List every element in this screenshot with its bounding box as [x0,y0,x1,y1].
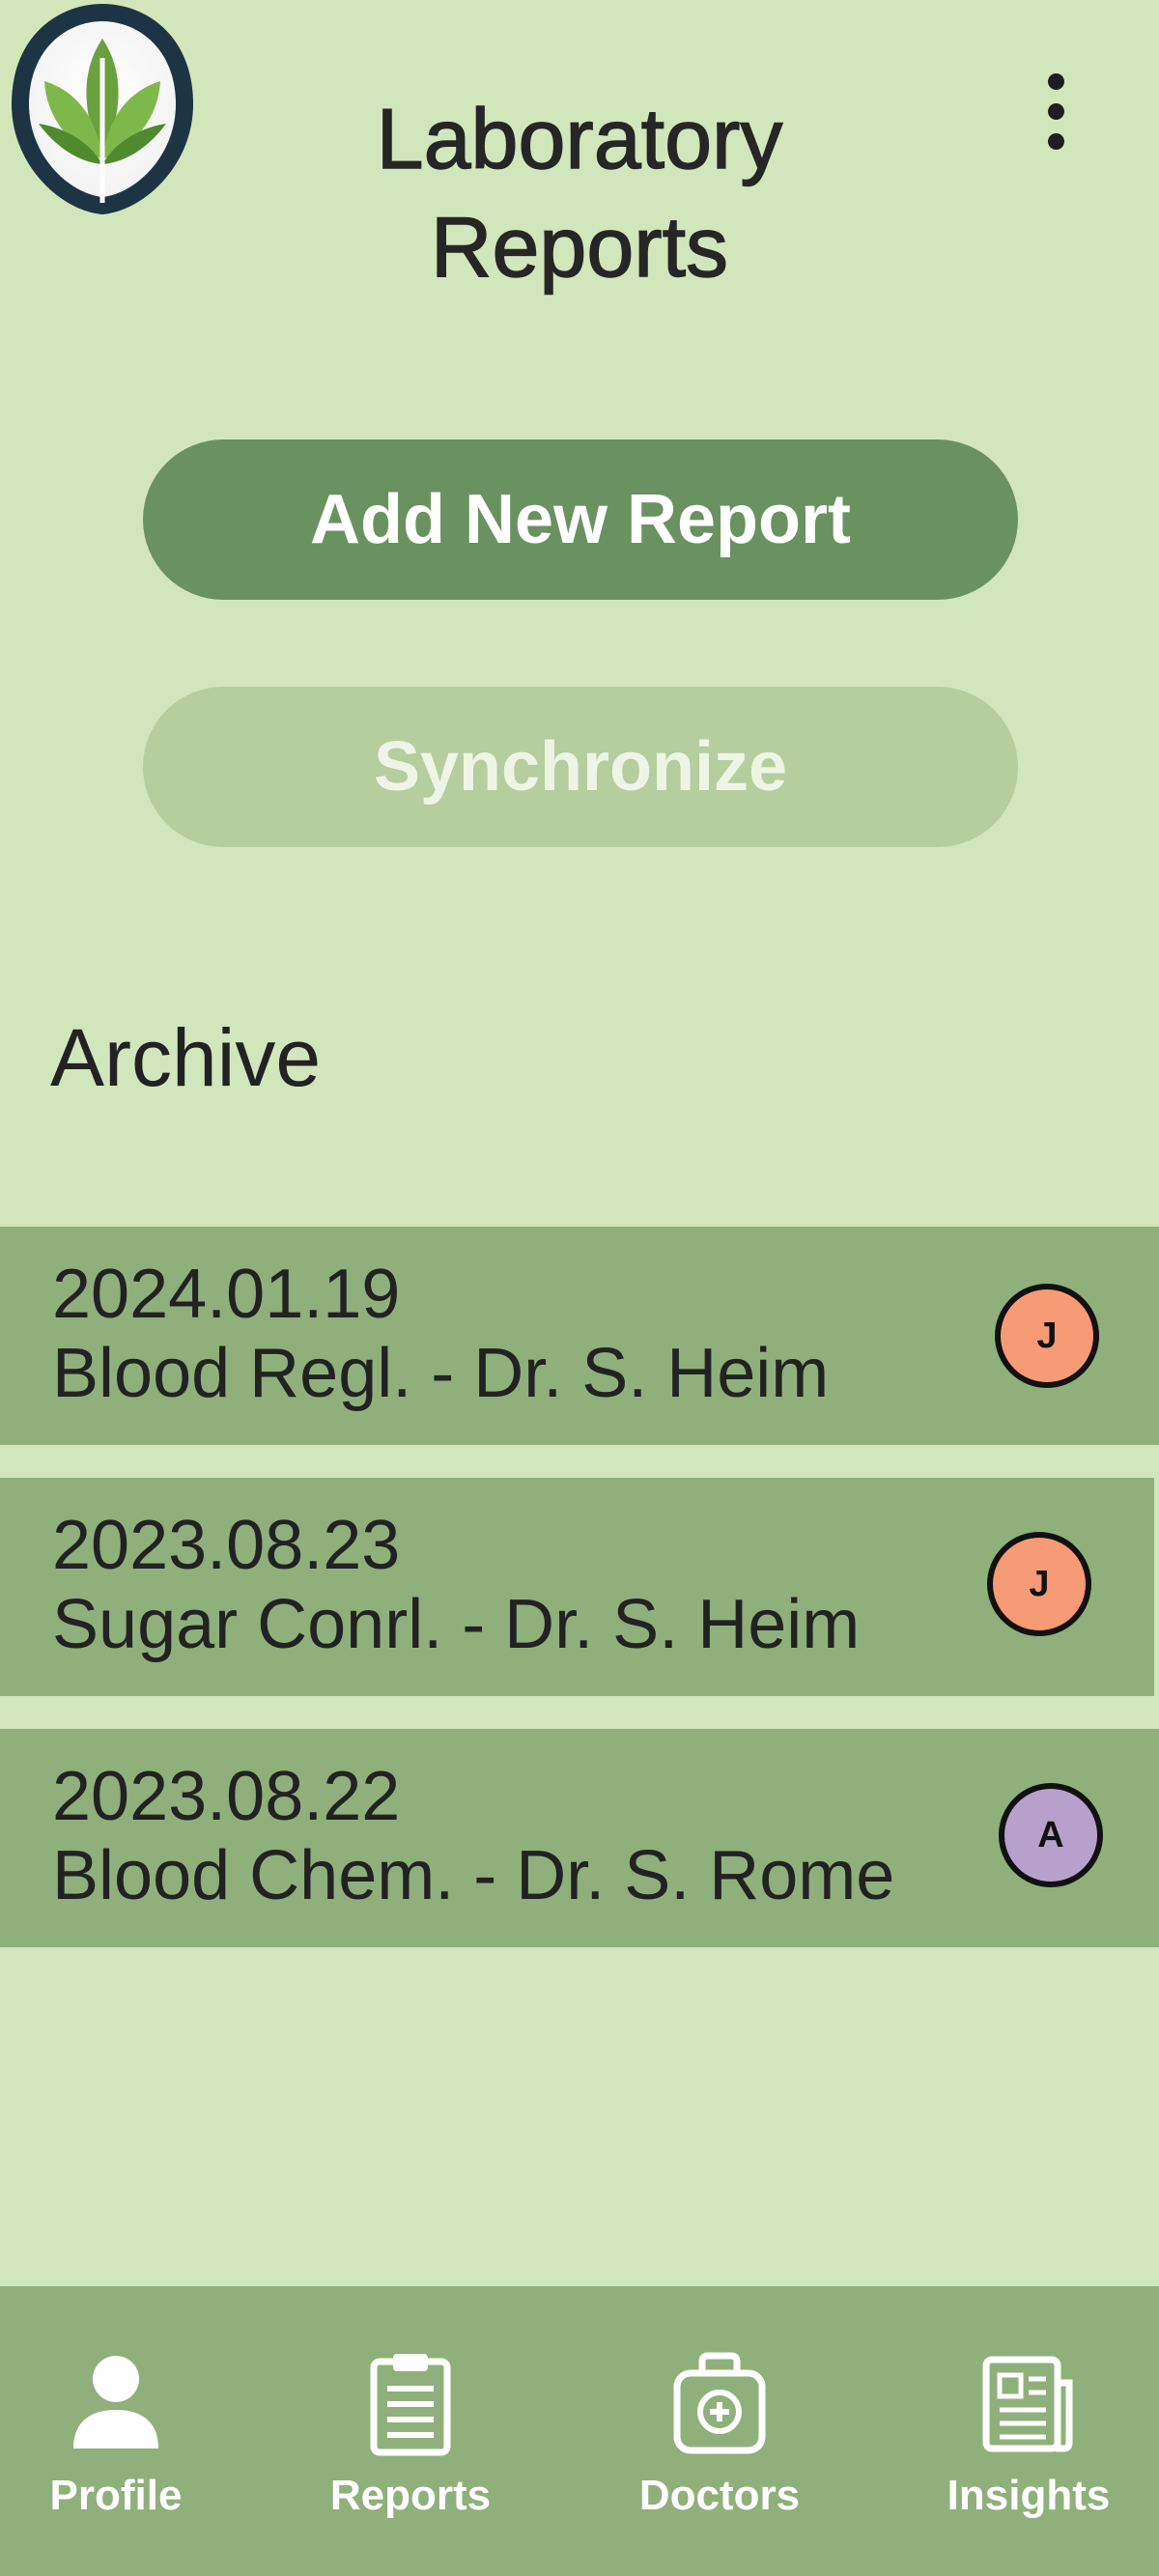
add-new-report-button[interactable]: Add New Report [143,439,1018,600]
newspaper-icon [982,2356,1073,2452]
nav-item-reports[interactable]: Reports [295,2286,526,2576]
report-date: 2024.01.19 [52,1256,401,1333]
report-description: Blood Regl. - Dr. S. Heim [52,1335,830,1412]
report-list-item[interactable]: 2023.08.22 Blood Chem. - Dr. S. Rome A [0,1729,1159,1947]
nav-label: Insights [947,2472,1111,2519]
synchronize-button[interactable]: Synchronize [143,687,1018,847]
nav-item-insights[interactable]: Insights [913,2286,1145,2576]
report-date: 2023.08.23 [52,1507,401,1584]
report-description: Sugar Conrl. - Dr. S. Heim [52,1586,861,1663]
report-description: Blood Chem. - Dr. S. Rome [52,1837,895,1914]
bottom-navigation: Profile Reports Doctors Insights [0,2286,1159,2576]
report-date: 2023.08.22 [52,1758,401,1835]
avatar: J [987,1532,1091,1636]
avatar: A [999,1783,1103,1887]
person-icon [73,2356,158,2449]
leaf-logo-icon [0,0,205,217]
nav-label: Reports [329,2472,492,2519]
avatar: J [995,1284,1099,1388]
report-list-item[interactable]: 2024.01.19 Blood Regl. - Dr. S. Heim J [0,1227,1159,1445]
report-list-item[interactable]: 2023.08.23 Sugar Conrl. - Dr. S. Heim J [0,1478,1154,1696]
menu-dot [1047,102,1064,120]
menu-dot [1047,72,1064,90]
medical-kit-icon [673,2352,766,2454]
clipboard-icon [370,2354,451,2456]
nav-item-profile[interactable]: Profile [0,2286,232,2576]
page-title: Laboratory Reports [376,90,783,295]
more-vertical-icon[interactable] [1019,58,1092,164]
nav-item-doctors[interactable]: Doctors [604,2286,835,2576]
laboratory-reports-screen: Laboratory Reports Add New Report Synchr… [0,0,1159,2576]
archive-heading: Archive [50,1012,322,1103]
nav-label: Profile [49,2472,183,2519]
nav-label: Doctors [638,2472,801,2519]
menu-dot [1047,132,1064,150]
